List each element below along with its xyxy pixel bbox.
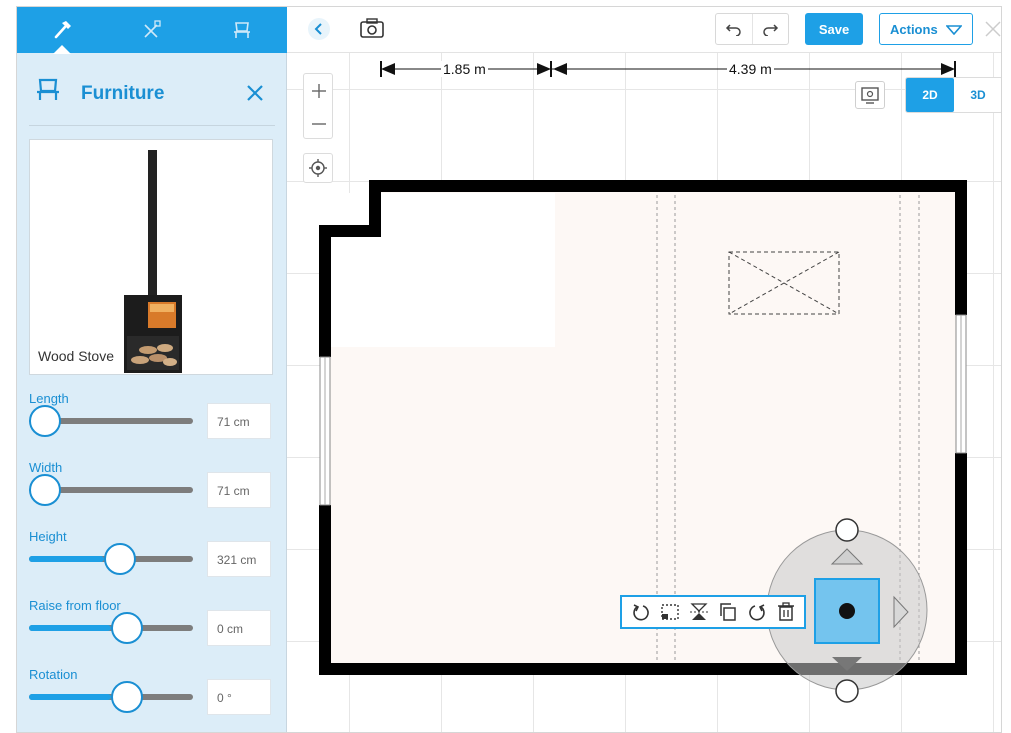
slider-thumb[interactable] (104, 543, 137, 575)
slider-label: Rotation (29, 667, 78, 682)
slider-fill (29, 694, 111, 700)
tab-decorate[interactable] (107, 7, 197, 53)
zoom-out-button[interactable] (304, 107, 334, 140)
copy-icon (719, 603, 736, 621)
crosshair-icon (309, 159, 327, 177)
redo-button[interactable] (751, 14, 788, 44)
sidebar: Furniture Wood Stove Length 71 cm Width … (17, 7, 287, 732)
slider-fill (29, 556, 105, 562)
dashed-box-icon (660, 604, 679, 620)
chair-icon (234, 22, 250, 38)
slider-value-field[interactable]: 0 cm (207, 610, 271, 646)
panel-header: Furniture (17, 53, 287, 127)
triangle-down-icon (946, 25, 962, 35)
top-toolbar: Save Actions (287, 7, 1001, 53)
actions-button[interactable]: Actions (879, 13, 973, 45)
screenshot-button[interactable] (855, 81, 885, 109)
dimension-right-label: 4.39 m (727, 61, 774, 77)
paint-tools-icon (144, 20, 161, 38)
flip-icon (689, 603, 708, 620)
divider (29, 125, 275, 126)
panel-title: Furniture (81, 83, 165, 104)
sidebar-tabs (17, 7, 287, 54)
slider-thumb[interactable] (111, 681, 143, 713)
dimension-left-label: 1.85 m (441, 61, 488, 77)
close-icon (247, 85, 263, 101)
close-icon[interactable] (983, 19, 1001, 39)
select-area-button[interactable] (658, 600, 682, 624)
zoom-in-button[interactable] (304, 74, 334, 107)
undo-icon (725, 24, 741, 36)
rotate-left-button[interactable] (629, 600, 653, 624)
flip-button[interactable] (687, 600, 711, 624)
actions-label: Actions (890, 21, 938, 37)
view-2d-button[interactable]: 2D (906, 78, 954, 112)
slider-thumb[interactable] (29, 405, 61, 437)
app-window: 1.85 m 4.39 m Save Actions 2D 3D Furnitu… (16, 6, 1002, 733)
rotate-right-icon (748, 604, 765, 621)
item-name: Wood Stove (38, 348, 115, 364)
center-view-button[interactable] (303, 153, 333, 183)
chevron-left-icon (308, 18, 330, 40)
collapse-panel-button[interactable] (307, 17, 331, 41)
slider-label: Width (29, 460, 63, 475)
object-toolbar (620, 595, 806, 629)
undo-redo-group (715, 13, 789, 45)
rotate-right-button[interactable] (745, 600, 769, 624)
view-3d-button[interactable]: 3D (954, 78, 1001, 112)
plus-icon (312, 83, 326, 98)
chair-icon (37, 78, 59, 100)
slider-thumb[interactable] (111, 612, 143, 644)
trash-icon (777, 602, 794, 621)
slider-fill (29, 625, 111, 631)
monitor-icon (861, 87, 879, 104)
slider-thumb[interactable] (29, 474, 61, 506)
camera-icon (360, 18, 384, 38)
minus-icon (312, 122, 326, 125)
wood-stove-image (124, 150, 182, 373)
hammer-icon (54, 21, 71, 39)
slider-value-field[interactable]: 71 cm (207, 472, 271, 508)
zoom-controls (303, 73, 333, 139)
slider-label: Height (29, 529, 67, 544)
item-preview[interactable]: Wood Stove (29, 139, 273, 375)
slider-value-field[interactable]: 321 cm (207, 541, 271, 577)
rotate-left-icon (632, 604, 649, 621)
slider-value-field[interactable]: 71 cm (207, 403, 271, 439)
delete-button[interactable] (774, 600, 798, 624)
close-panel-button[interactable] (243, 81, 267, 105)
save-button[interactable]: Save (805, 13, 863, 45)
redo-icon (763, 24, 779, 36)
slider-label: Raise from floor (29, 598, 121, 613)
view-mode-toggle: 2D 3D (905, 77, 1001, 113)
undo-button[interactable] (716, 14, 752, 44)
tab-furniture[interactable] (197, 7, 287, 53)
slider-label: Length (29, 391, 69, 406)
slider-value-field[interactable]: 0 ° (207, 679, 271, 715)
camera-button[interactable] (357, 15, 387, 43)
duplicate-button[interactable] (716, 600, 740, 624)
